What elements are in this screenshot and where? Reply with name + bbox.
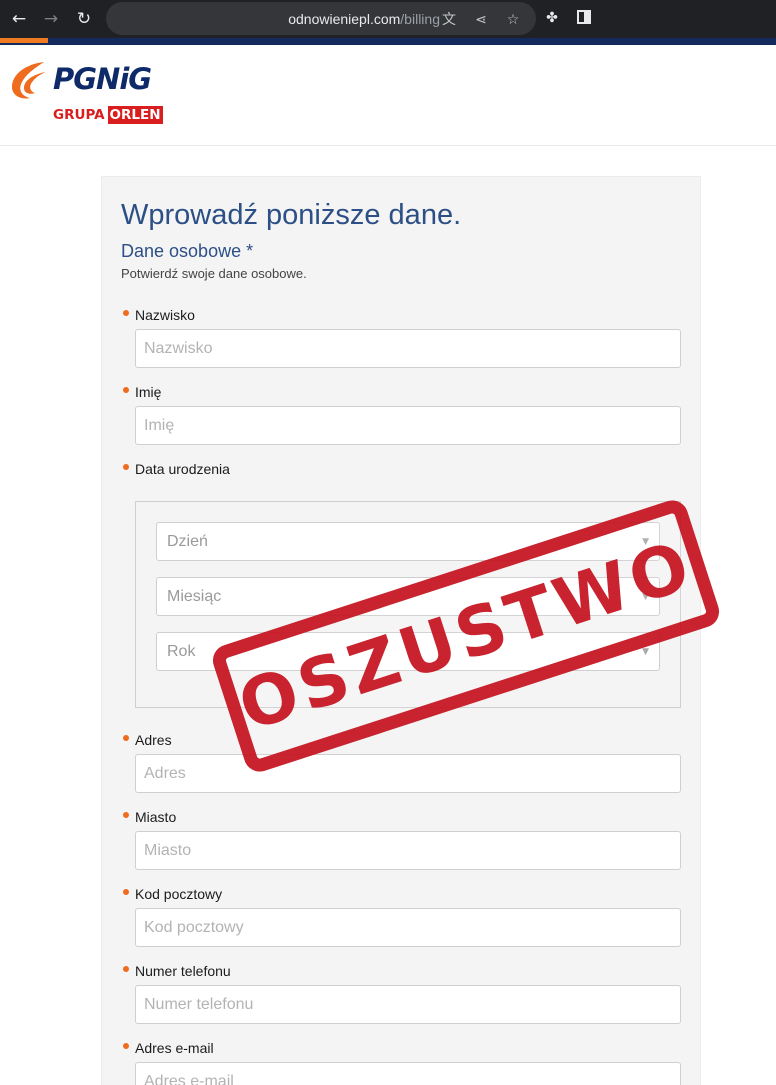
back-arrow-icon[interactable]: ← (7, 7, 31, 31)
first-name-label: Imię (135, 384, 162, 400)
url-path: /billing (400, 11, 440, 27)
site-header: PGNiG GRUPA ORLEN (0, 45, 776, 146)
bookmark-star-icon[interactable]: ☆ (502, 9, 524, 31)
url-domain: odnowieniepl.com (288, 11, 401, 27)
email-label: Adres e-mail (135, 1040, 214, 1056)
phone-input[interactable] (135, 985, 681, 1024)
translate-icon[interactable]: 文 (438, 9, 460, 31)
logo-group-text: GRUPA (53, 107, 105, 123)
required-marker (123, 812, 129, 818)
postal-code-label: Kod pocztowy (135, 886, 223, 902)
section-title: Dane osobowe * (121, 241, 254, 261)
forward-arrow-icon[interactable]: → (39, 7, 63, 31)
browser-toolbar: ← → ↻ odnowieniepl.com/billing 文 ⋖ ☆ ✤ (0, 0, 776, 38)
required-marker (123, 735, 129, 741)
phone-label: Numer telefonu (135, 963, 231, 979)
extensions-icon[interactable]: ✤ (541, 7, 563, 29)
city-label: Miasto (135, 809, 177, 825)
page-load-bar (0, 38, 776, 45)
required-marker (123, 966, 129, 972)
postal-code-input[interactable] (135, 908, 681, 947)
side-panel-icon[interactable] (577, 10, 591, 24)
birth-date-label: Data urodzenia (135, 461, 230, 477)
reload-icon[interactable]: ↻ (72, 7, 96, 31)
address-input[interactable] (135, 754, 681, 793)
chevron-down-icon: ▼ (642, 647, 649, 657)
required-marker (123, 464, 129, 470)
share-icon[interactable]: ⋖ (470, 9, 492, 31)
day-select-value: Dzień (167, 533, 208, 550)
page-title: Wprowadź poniższe dane. (121, 199, 462, 231)
city-input[interactable] (135, 831, 681, 870)
email-input[interactable] (135, 1062, 681, 1085)
required-marker (123, 1043, 129, 1049)
logo-group-line: GRUPA ORLEN (53, 106, 163, 124)
required-marker (123, 387, 129, 393)
logo-wordmark: PGNiG (53, 62, 152, 96)
last-name-label: Nazwisko (135, 307, 195, 323)
required-marker (123, 310, 129, 316)
load-progress (0, 38, 48, 43)
url-text: odnowieniepl.com/billing (226, 11, 440, 27)
pgnig-logo[interactable]: PGNiG GRUPA ORLEN (8, 60, 178, 130)
year-select-value: Rok (167, 643, 196, 660)
required-marker (123, 889, 129, 895)
section-hint: Potwierdź swoje dane osobowe. (121, 266, 307, 281)
logo-orlen-box: ORLEN (107, 106, 163, 124)
address-bar[interactable]: odnowieniepl.com/billing 文 ⋖ ☆ (106, 2, 536, 35)
address-label: Adres (135, 732, 172, 748)
first-name-input[interactable] (135, 406, 681, 445)
last-name-input[interactable] (135, 329, 681, 368)
flame-logo-icon (12, 62, 46, 99)
month-select-value: Miesiąc (167, 588, 222, 605)
